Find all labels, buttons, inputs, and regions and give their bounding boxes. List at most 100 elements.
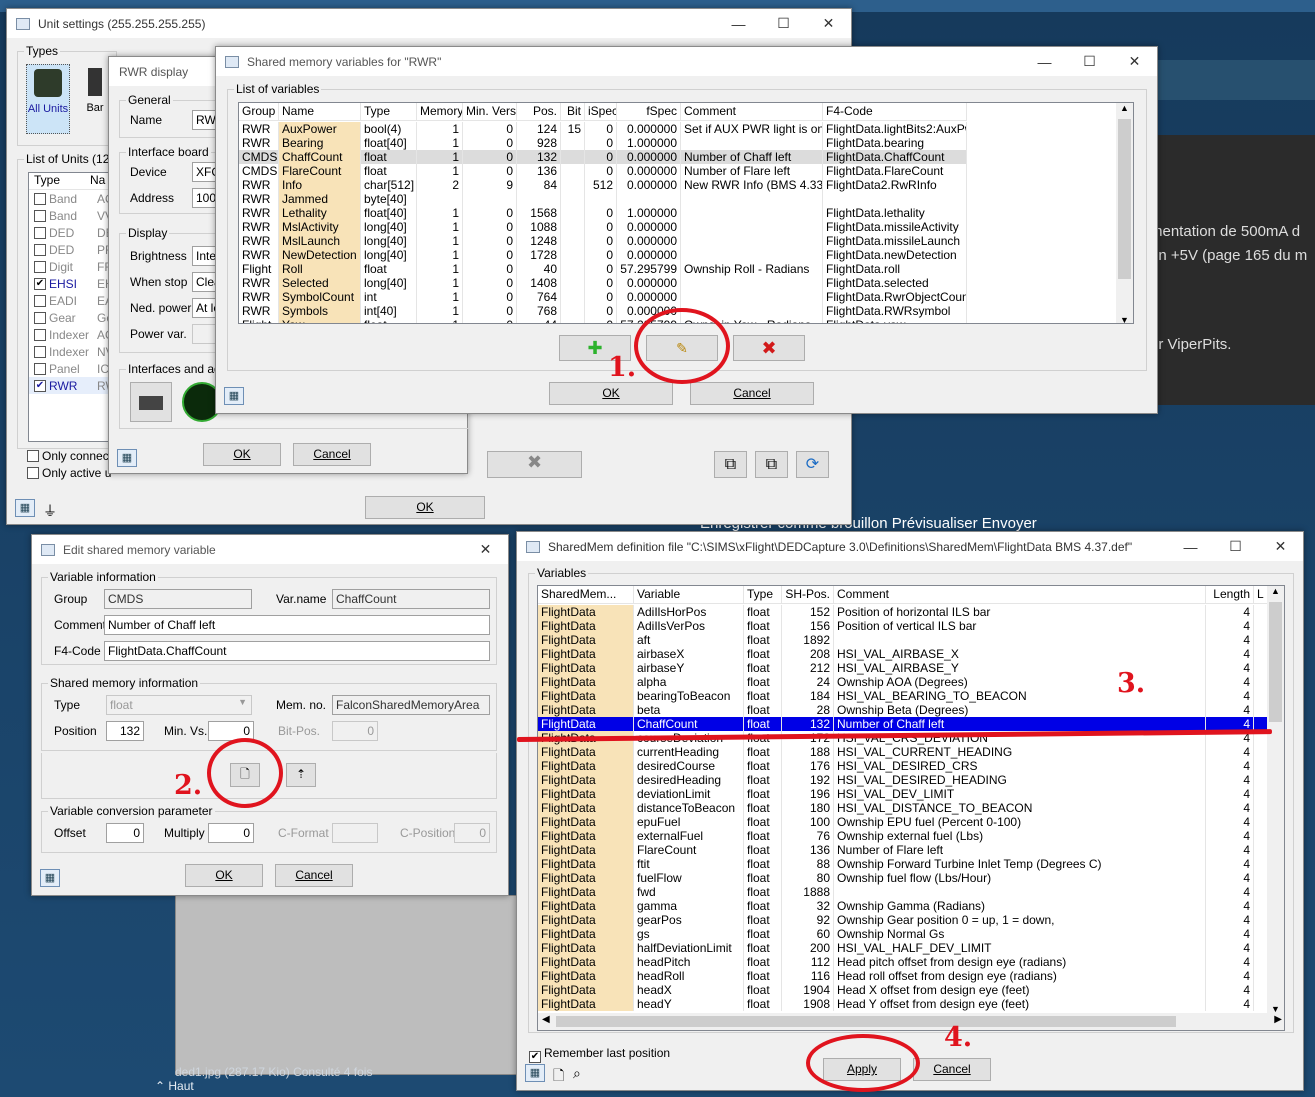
vertical-scrollbar[interactable]: ▲ ▼ <box>1267 586 1284 1014</box>
table-row[interactable]: FlightData headPitch float 112 Head pitch of… <box>538 955 1268 969</box>
column-header[interactable]: Pos. <box>517 103 561 120</box>
table-row[interactable]: FlightData headY float 1908 Head Y offset fr… <box>538 997 1268 1011</box>
table-row[interactable]: FlightData gamma float 32 Ownship Gamma (Rad… <box>538 899 1268 913</box>
unit-row[interactable]: ✔ RWR RW <box>29 377 117 394</box>
table-row[interactable]: FlightYawfloat1044057.295799Ownship Yaw … <box>239 318 967 323</box>
minimize-icon[interactable]: — <box>1022 54 1067 70</box>
table-row[interactable]: FlightData deviationLimit float 196 HSI_VAL_… <box>538 787 1268 801</box>
table-row[interactable]: FlightData headRoll float 116 Head roll offs… <box>538 969 1268 983</box>
remember-position-checkbox[interactable]: ✔ Remember last position <box>529 1046 670 1063</box>
varname-field[interactable]: ChaffCount <box>332 589 490 609</box>
column-header[interactable]: Type <box>361 103 417 120</box>
rwr-ok-button[interactable]: OK <box>203 443 281 466</box>
refresh-button[interactable]: ⟳ <box>796 451 829 478</box>
unit-checkbox[interactable]: ✔ <box>34 379 46 392</box>
edit-settings-icon[interactable]: ▦ <box>40 869 60 887</box>
unit-row[interactable]: Band VV <box>29 207 117 224</box>
copy-button[interactable]: ⧉ <box>755 451 788 478</box>
unit-row[interactable]: Indexer AO <box>29 326 117 343</box>
delete-variable-button[interactable]: ✖ <box>733 335 805 361</box>
table-row[interactable]: FlightData halfDeviationLimit float 200 HSI_… <box>538 941 1268 955</box>
maximize-icon[interactable]: ☐ <box>1067 53 1112 70</box>
scroll-left-icon[interactable]: ◀ <box>542 1014 550 1025</box>
table-row[interactable]: FlightData beta float 28 Ownship Beta (Degre… <box>538 703 1268 717</box>
table-row[interactable]: RWR Jammed byte[40] <box>239 192 967 206</box>
column-header[interactable]: Memory <box>417 103 463 120</box>
column-header[interactable]: F4-Code <box>823 103 967 120</box>
table-row[interactable]: FlightData AdiIlsVerPos float 156 Position o… <box>538 619 1268 633</box>
table-row[interactable]: CMDS FlareCount float 1 0 136 0 0.000000 Number … <box>239 164 967 178</box>
unit-checkbox[interactable] <box>34 294 46 307</box>
table-row[interactable]: FlightData gs float 60 Ownship Normal Gs 4 <box>538 927 1268 941</box>
table-row[interactable]: FlightData airbaseX float 208 HSI_VAL_AIRBAS… <box>538 647 1268 661</box>
export-button[interactable]: ⧉ <box>714 451 747 478</box>
column-header[interactable]: SharedMem... <box>538 586 634 603</box>
table-row[interactable]: RWR MslLaunch long[40] 1 0 1248 0 0.000000 Fligh… <box>239 234 967 248</box>
bitpos-field[interactable]: 0 <box>332 721 378 741</box>
def-cancel-button[interactable]: Cancel <box>913 1058 991 1081</box>
edit-ok-button[interactable]: OK <box>185 864 263 887</box>
close-icon[interactable]: ✕ <box>1112 53 1157 70</box>
table-row[interactable]: FlightData desiredCourse float 176 HSI_VAL_D… <box>538 759 1268 773</box>
memno-field[interactable]: FalconSharedMemoryArea <box>332 695 490 715</box>
unit-checkbox[interactable] <box>34 260 46 273</box>
f4code-field[interactable]: FlightData.ChaffCount <box>104 641 490 661</box>
background-top-link[interactable]: ⌃ Haut <box>155 1079 194 1093</box>
column-header[interactable]: Comment <box>681 103 823 120</box>
table-row[interactable]: Flight Roll float 1 0 40 0 57.295799 Ownship Rol… <box>239 262 967 276</box>
column-header[interactable]: SH-Pos. <box>782 586 834 603</box>
search-icon[interactable]: ⌕ <box>573 1065 581 1082</box>
scroll-thumb-h[interactable] <box>556 1016 1176 1027</box>
chip-button[interactable] <box>130 382 172 422</box>
close-icon[interactable]: ✕ <box>806 15 851 32</box>
header-name[interactable]: Na <box>87 173 105 189</box>
group-field[interactable]: CMDS <box>104 589 252 609</box>
unit-checkbox[interactable] <box>34 192 46 205</box>
type-all-units[interactable]: All Units <box>26 64 70 134</box>
only-active-checkbox[interactable]: Only active u <box>27 466 111 480</box>
column-header[interactable]: fSpec <box>617 103 681 120</box>
header-type[interactable]: Type <box>29 173 87 189</box>
table-row[interactable]: CMDS ChaffCount float 1 0 132 0 0.000000 Number … <box>239 150 967 164</box>
table-row[interactable]: RWR AuxPower bool(4) 1 0 124 15 0 0.000000 Set if… <box>239 122 967 136</box>
table-row[interactable]: FlightData externalFuel float 76 Ownship ext… <box>538 829 1268 843</box>
unit-checkbox[interactable] <box>34 362 46 375</box>
column-header[interactable]: Group <box>239 103 279 120</box>
minimize-icon[interactable]: — <box>1168 539 1213 555</box>
table-row[interactable]: FlightData distanceToBeacon float 180 HSI_VA… <box>538 801 1268 815</box>
unit-row[interactable]: Panel ICF <box>29 360 117 377</box>
table-row[interactable]: FlightData alpha float 24 Ownship AOA (Degre… <box>538 675 1268 689</box>
unit-checkbox[interactable] <box>34 345 46 358</box>
table-row[interactable]: RWR Symbols int[40] 1 0 768 0 0.000000 FlightDat… <box>239 304 967 318</box>
column-header[interactable]: Min. Vers. <box>463 103 517 120</box>
column-header[interactable]: Name <box>279 103 361 120</box>
table-row[interactable]: FlightData fuelFlow float 80 Ownship fuel fl… <box>538 871 1268 885</box>
import-button[interactable]: ⇡ <box>286 763 316 787</box>
document-icon[interactable]: 🗋 <box>553 1065 564 1089</box>
only-connected-checkbox[interactable]: Only connect <box>27 449 112 463</box>
close-icon[interactable]: ✕ <box>1258 538 1303 555</box>
table-row[interactable]: FlightData FlareCount float 136 Number of Fl… <box>538 843 1268 857</box>
table-row[interactable]: FlightData gearPos float 92 Ownship Gear pos… <box>538 913 1268 927</box>
table-row[interactable]: RWR SymbolCount int 1 0 764 0 0.000000 FlightDat… <box>239 290 967 304</box>
unit-checkbox[interactable] <box>34 209 46 222</box>
rwr-settings-icon[interactable]: ▦ <box>117 449 137 467</box>
unit-row[interactable]: Indexer NV <box>29 343 117 360</box>
vertical-scrollbar[interactable]: ▲ ▼ <box>1116 103 1133 323</box>
scroll-right-icon[interactable]: ▶ <box>1274 1014 1282 1025</box>
remove-unit-button[interactable]: ✖ <box>487 451 582 478</box>
unit-checkbox[interactable] <box>34 243 46 256</box>
unit-checkbox[interactable] <box>34 311 46 324</box>
table-row[interactable]: FlightData ftit float 88 Ownship Forward Tur… <box>538 857 1268 871</box>
unit-row[interactable]: Gear Ge <box>29 309 117 326</box>
position-field[interactable]: 132 <box>106 721 144 741</box>
scroll-up-icon[interactable]: ▲ <box>1267 586 1284 596</box>
shared-cancel-button[interactable]: Cancel <box>690 382 814 405</box>
type-select[interactable]: float ▼ <box>106 695 252 715</box>
scroll-up-icon[interactable]: ▲ <box>1116 103 1133 113</box>
cposition-field[interactable]: 0 <box>454 823 490 843</box>
minimize-icon[interactable]: — <box>716 16 761 32</box>
table-row[interactable]: FlightData AdiIlsHorPos float 152 Position o… <box>538 605 1268 619</box>
unit-row[interactable]: DED DE <box>29 224 117 241</box>
unit-settings-ok-button[interactable]: OK <box>365 496 485 519</box>
